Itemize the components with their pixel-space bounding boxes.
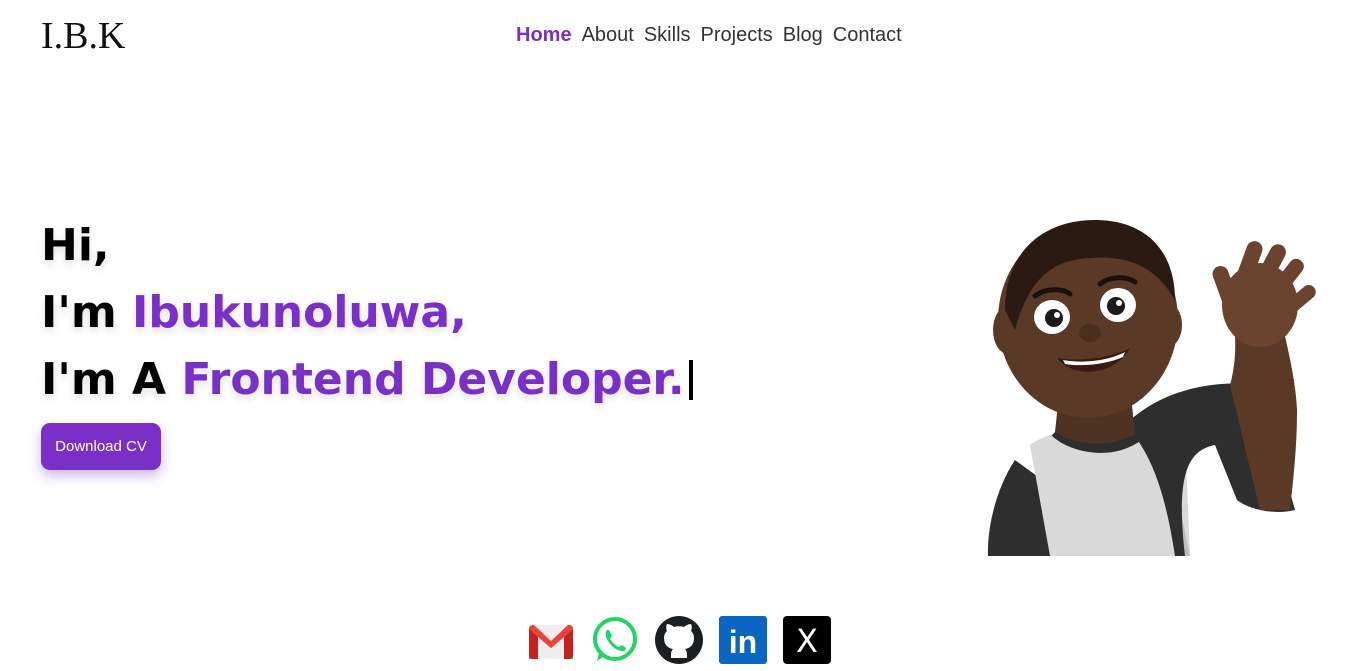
nav-item-home[interactable]: Home	[516, 20, 572, 50]
typing-caret	[688, 360, 693, 400]
hero-greeting: Hi,	[41, 220, 110, 271]
social-links: in X	[526, 615, 832, 665]
hero-role: Frontend Developer.	[181, 354, 685, 405]
hero-name: Ibukunoluwa,	[132, 287, 467, 338]
whatsapp-icon[interactable]	[590, 615, 640, 665]
site-logo[interactable]: I.B.K	[41, 14, 125, 58]
hero-heading: Hi, I'm Ibukunoluwa, I'm A Frontend Deve…	[41, 212, 693, 413]
nav-item-contact[interactable]: Contact	[833, 20, 902, 50]
hero-name-prefix: I'm	[41, 287, 133, 338]
gmail-icon[interactable]	[526, 615, 576, 665]
nav-item-skills[interactable]: Skills	[644, 20, 691, 50]
portfolio-page: I.B.K Home About Skills Projects Blog Co…	[0, 0, 1364, 671]
linkedin-icon[interactable]: in	[718, 615, 768, 665]
download-cv-button[interactable]: Download CV	[41, 423, 161, 470]
waving-avatar-illustration	[987, 220, 1316, 556]
hero-role-prefix: I'm A	[41, 354, 182, 405]
hero-name-line: I'm Ibukunoluwa,	[41, 279, 693, 346]
x-icon[interactable]: X	[782, 615, 832, 665]
linkedin-icon-text: in	[729, 624, 757, 660]
hero-role-line: I'm A Frontend Developer.	[41, 346, 693, 413]
github-icon[interactable]	[654, 615, 704, 665]
main-nav: Home About Skills Projects Blog Contact	[516, 20, 902, 50]
x-icon-text: X	[796, 622, 818, 660]
nav-item-projects[interactable]: Projects	[701, 20, 773, 50]
nav-item-about[interactable]: About	[582, 20, 634, 50]
nav-item-blog[interactable]: Blog	[783, 20, 823, 50]
